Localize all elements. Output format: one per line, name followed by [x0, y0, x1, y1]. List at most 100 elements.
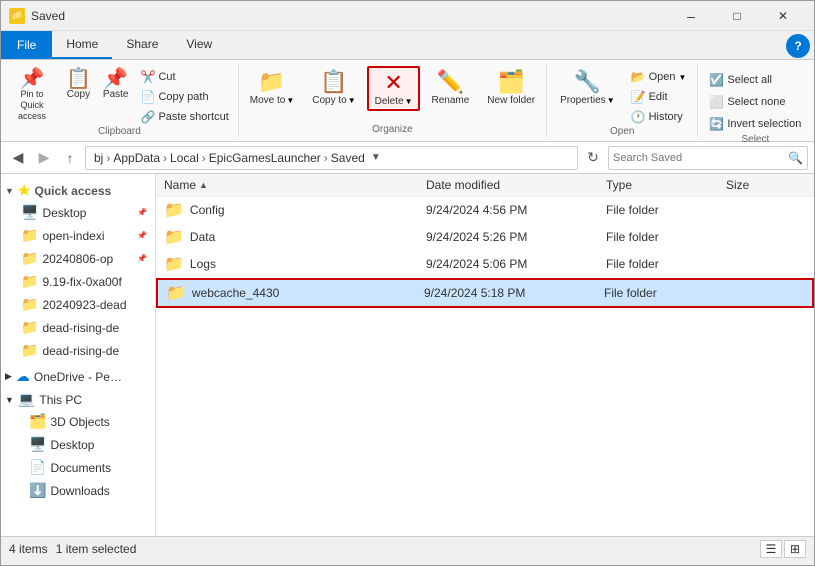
file-cell-webcache: 📁 webcache_4430	[166, 283, 424, 303]
quick-access-header[interactable]: ▼ ★ Quick access	[1, 178, 155, 201]
file-type-webcache: File folder	[604, 286, 724, 300]
organize-label: Organize	[243, 124, 542, 137]
path-dropdown-icon[interactable]: ▼	[371, 152, 381, 163]
sidebar-item-dead-rising-2[interactable]: 📁 dead-rising-de	[1, 339, 155, 362]
cut-button[interactable]: ✂️ Cut	[135, 68, 233, 86]
sidebar-item-desktop-pc[interactable]: 🖥️ Desktop	[1, 433, 155, 456]
open-button[interactable]: 📂 Open ▼	[626, 68, 692, 86]
invert-selection-button[interactable]: 🔄 Invert selection	[704, 114, 806, 134]
copy-button[interactable]: 📋 Copy	[61, 66, 96, 103]
path-separator-3: ›	[202, 151, 206, 165]
folder-icon-2: 📁	[21, 227, 38, 244]
path-part-epicgameslauncher[interactable]: EpicGamesLauncher	[209, 151, 321, 165]
up-button[interactable]: ↑	[59, 147, 81, 169]
header-name[interactable]: Name ▲	[164, 178, 426, 192]
properties-icon: 🔧	[574, 69, 601, 95]
move-to-button[interactable]: 📁 Move to ▼	[243, 66, 302, 109]
file-name-config: Config	[190, 203, 225, 217]
close-button[interactable]: ✕	[760, 1, 806, 31]
edit-button[interactable]: 📝 Edit	[626, 88, 692, 106]
20240923-label: 20240923-dead	[42, 298, 126, 312]
sidebar-item-3d-objects[interactable]: 🗂️ 3D Objects	[1, 410, 155, 433]
tab-file[interactable]: File	[1, 31, 52, 59]
paste-shortcut-button[interactable]: 🔗 Paste shortcut	[135, 108, 233, 126]
minimize-button[interactable]: –	[668, 1, 714, 31]
header-type[interactable]: Type	[606, 178, 726, 192]
header-size[interactable]: Size	[726, 178, 806, 192]
table-row-selected[interactable]: 📁 webcache_4430 9/24/2024 5:18 PM File f…	[156, 278, 814, 308]
sidebar-item-documents[interactable]: 📄 Documents	[1, 456, 155, 479]
delete-button[interactable]: ✕ Delete ▼	[367, 66, 421, 111]
pin-indicator: 📌	[137, 208, 147, 217]
select-all-button[interactable]: ☑️ Select all	[704, 70, 806, 90]
file-name-webcache: webcache_4430	[192, 286, 279, 300]
3d-objects-label: 3D Objects	[50, 415, 109, 429]
help-button[interactable]: ?	[786, 34, 810, 58]
tab-home[interactable]: Home	[52, 31, 112, 59]
invert-selection-label: Invert selection	[727, 118, 801, 130]
invert-selection-icon: 🔄	[709, 117, 724, 131]
select-all-label: Select all	[727, 74, 772, 86]
path-part-saved[interactable]: Saved	[331, 151, 365, 165]
copy-path-button[interactable]: 📄 Copy path	[135, 88, 233, 106]
detail-view-button[interactable]: ⊞	[784, 540, 806, 558]
paste-shortcut-label: Paste shortcut	[158, 111, 228, 123]
sidebar-item-dead-rising-1[interactable]: 📁 dead-rising-de	[1, 316, 155, 339]
list-view-button[interactable]: ☰	[760, 540, 782, 558]
properties-label: Properties	[560, 95, 606, 106]
copy-to-icon: 📋	[320, 69, 347, 95]
cut-label: Cut	[158, 71, 175, 83]
desktop-pc-label: Desktop	[50, 438, 94, 452]
search-box[interactable]: 🔍	[608, 146, 808, 170]
move-to-label: Move to	[250, 95, 286, 106]
quick-access-arrow: ▼	[5, 186, 14, 196]
tab-view[interactable]: View	[172, 31, 226, 59]
tab-share[interactable]: Share	[112, 31, 172, 59]
search-input[interactable]	[613, 152, 784, 164]
search-icon[interactable]: 🔍	[788, 151, 803, 165]
header-date-modified[interactable]: Date modified	[426, 178, 606, 192]
new-folder-button[interactable]: 🗂️ New folder	[480, 66, 542, 109]
select-none-button[interactable]: ⬜ Select none	[704, 92, 806, 112]
downloads-label: Downloads	[50, 484, 109, 498]
file-date-config: 9/24/2024 4:56 PM	[426, 203, 606, 217]
item-count: 4 items	[9, 542, 48, 556]
file-date-webcache: 9/24/2024 5:18 PM	[424, 286, 604, 300]
rename-label: Rename	[431, 95, 469, 106]
sidebar-item-20240923[interactable]: 📁 20240923-dead	[1, 293, 155, 316]
pin-to-quick-access-button[interactable]: 📌 Pin to Quick access	[5, 66, 59, 124]
paste-button[interactable]: 📌 Paste	[98, 66, 134, 103]
folder-icon-config: 📁	[164, 200, 184, 220]
paste-icon: 📌	[103, 69, 128, 89]
open-group-label: Open	[553, 126, 691, 139]
sidebar-item-desktop[interactable]: 🖥️ Desktop 📌	[1, 201, 155, 224]
rename-button[interactable]: ✏️ Rename	[424, 66, 476, 109]
table-row[interactable]: 📁 Config 9/24/2024 4:56 PM File folder	[156, 197, 814, 224]
folder-icon-5: 📁	[21, 296, 38, 313]
path-part-bj[interactable]: bj	[94, 151, 103, 165]
path-part-local[interactable]: Local	[170, 151, 199, 165]
path-separator-2: ›	[163, 151, 167, 165]
maximize-button[interactable]: □	[714, 1, 760, 31]
this-pc-header[interactable]: ▼ 💻 This PC	[1, 387, 155, 410]
folder-icon-7: 📁	[21, 342, 38, 359]
sidebar-item-downloads[interactable]: ⬇️ Downloads	[1, 479, 155, 502]
forward-button[interactable]: ▶	[33, 147, 55, 169]
copy-to-button[interactable]: 📋 Copy to ▼	[305, 66, 362, 109]
properties-button[interactable]: 🔧 Properties ▼	[553, 66, 622, 109]
history-button[interactable]: 🕐 History	[626, 108, 692, 126]
sidebar-item-20240806[interactable]: 📁 20240806-op 📌	[1, 247, 155, 270]
path-part-appdata[interactable]: AppData	[113, 151, 160, 165]
table-row[interactable]: 📁 Logs 9/24/2024 5:06 PM File folder	[156, 251, 814, 278]
column-headers: Name ▲ Date modified Type Size	[156, 174, 814, 197]
refresh-button[interactable]: ↻	[582, 147, 604, 169]
sidebar-item-9-19[interactable]: 📁 9.19-fix-0xa00f	[1, 270, 155, 293]
this-pc-arrow: ▼	[5, 395, 14, 405]
onedrive-header[interactable]: ▶ ☁ OneDrive - Perso	[1, 362, 155, 387]
pin-indicator-2: 📌	[137, 231, 147, 240]
sidebar-item-open-indexi[interactable]: 📁 open-indexi 📌	[1, 224, 155, 247]
address-path[interactable]: bj › AppData › Local › EpicGamesLauncher…	[85, 146, 578, 170]
table-row[interactable]: 📁 Data 9/24/2024 5:26 PM File folder	[156, 224, 814, 251]
back-button[interactable]: ◀	[7, 147, 29, 169]
file-cell-config: 📁 Config	[164, 200, 426, 220]
